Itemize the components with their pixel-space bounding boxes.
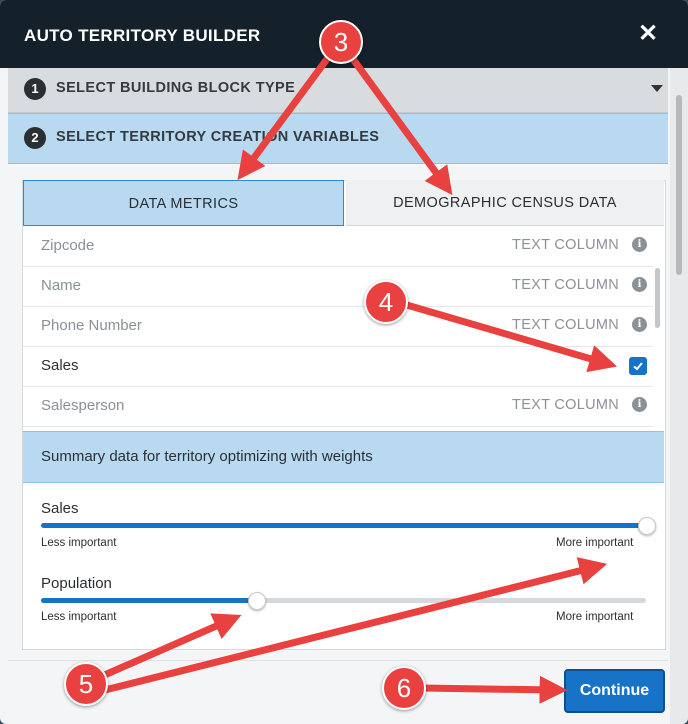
step-number: 2 xyxy=(24,127,46,149)
checkmark-icon xyxy=(633,362,643,371)
more-important-label: More important xyxy=(556,537,634,549)
population-weight-slider[interactable] xyxy=(41,592,646,610)
annotation-badge: 6 xyxy=(382,666,426,710)
annotation-badge: 4 xyxy=(364,280,408,324)
slider-thumb[interactable] xyxy=(638,517,656,535)
tab-demographic-census-data[interactable]: DEMOGRAPHIC CENSUS DATA xyxy=(346,180,664,226)
continue-button[interactable]: Continue xyxy=(564,669,665,713)
column-type: TEXT COLUMN xyxy=(512,397,619,413)
step-select-variables[interactable]: 2 SELECT TERRITORY CREATION VARIABLES xyxy=(8,113,668,164)
column-name: Phone Number xyxy=(41,317,142,334)
slider-thumb[interactable] xyxy=(247,592,266,610)
annotation-badge: 5 xyxy=(64,662,108,706)
step-select-building-block[interactable]: 1 SELECT BUILDING BLOCK TYPE xyxy=(8,68,668,113)
auto-territory-dialog: AUTO TERRITORY BUILDER ✕ 1 SELECT BUILDI… xyxy=(0,0,688,724)
less-important-label: Less important xyxy=(41,537,117,549)
list-item[interactable]: Phone Number TEXT COLUMN i xyxy=(23,306,653,347)
info-icon[interactable]: i xyxy=(632,237,647,252)
column-type: TEXT COLUMN xyxy=(512,237,619,253)
info-icon[interactable]: i xyxy=(632,397,647,412)
less-important-label: Less important xyxy=(41,611,117,623)
weight-label-population: Population xyxy=(41,575,112,592)
tab-data-metrics[interactable]: DATA METRICS xyxy=(23,180,344,226)
list-item[interactable]: Name TEXT COLUMN i xyxy=(23,266,653,307)
step-label: SELECT TERRITORY CREATION VARIABLES xyxy=(56,129,380,145)
list-item[interactable]: Sales xyxy=(23,346,653,387)
slider-fill xyxy=(41,598,256,603)
list-scrollbar-thumb[interactable] xyxy=(655,268,660,328)
dialog-title: AUTO TERRITORY BUILDER xyxy=(24,26,261,45)
summary-title: Summary data for territory optimizing wi… xyxy=(41,448,373,465)
list-item[interactable]: Salesperson TEXT COLUMN i xyxy=(23,386,653,427)
chevron-down-icon[interactable] xyxy=(651,85,663,92)
column-type: TEXT COLUMN xyxy=(512,317,619,333)
column-name: Name xyxy=(41,277,82,294)
annotation-badge: 3 xyxy=(319,20,363,64)
weight-label-sales: Sales xyxy=(41,500,79,517)
summary-header: Summary data for territory optimizing wi… xyxy=(23,431,664,483)
info-icon[interactable]: i xyxy=(632,317,647,332)
step-number: 1 xyxy=(24,78,46,100)
column-name: Zipcode xyxy=(41,237,95,254)
column-name: Sales xyxy=(41,357,79,374)
sales-checkbox[interactable] xyxy=(629,357,647,375)
close-icon[interactable]: ✕ xyxy=(638,22,658,46)
more-important-label: More important xyxy=(556,611,634,623)
info-icon[interactable]: i xyxy=(632,277,647,292)
sales-weight-slider[interactable] xyxy=(41,517,656,535)
list-item[interactable]: Zipcode TEXT COLUMN i xyxy=(23,226,653,267)
column-name: Salesperson xyxy=(41,397,125,414)
dialog-scrollbar-thumb[interactable] xyxy=(676,95,682,275)
footer-divider xyxy=(8,660,668,661)
slider-fill xyxy=(41,523,646,528)
column-type: TEXT COLUMN xyxy=(512,277,619,293)
step-label: SELECT BUILDING BLOCK TYPE xyxy=(56,80,296,96)
